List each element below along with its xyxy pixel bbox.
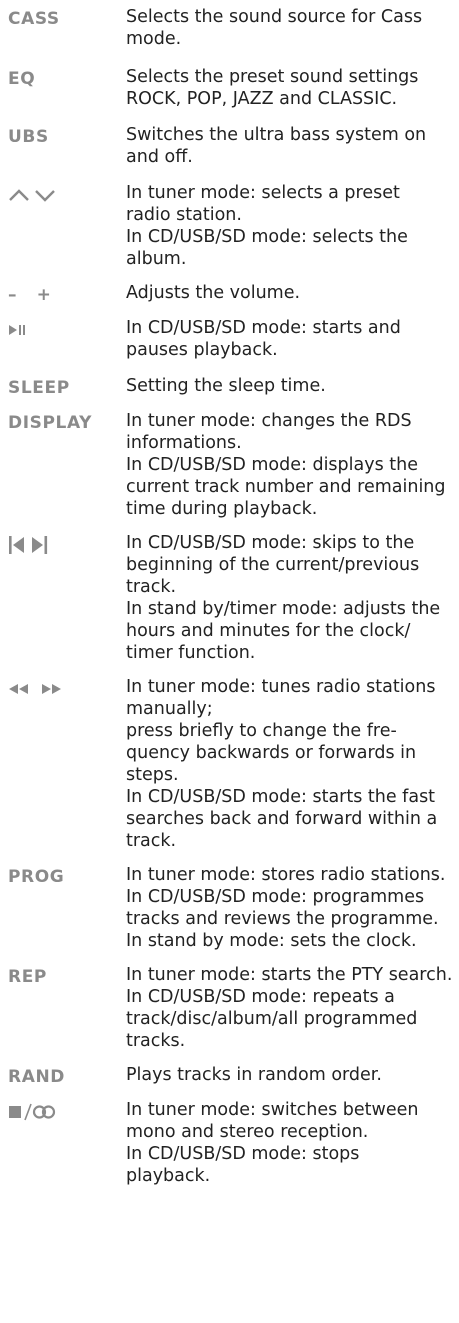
- entry-description: Setting the sleep time.: [126, 375, 459, 397]
- description-line: timer function.: [126, 643, 256, 663]
- skip-back-forward-icon: [9, 536, 48, 554]
- entry-rep: REP In tuner mode: starts the PTY search…: [8, 964, 459, 1064]
- description-line: quency backwards or forwards in: [126, 743, 417, 763]
- entry-cass: CASS Selects the sound source for Cass m…: [8, 6, 459, 66]
- entry-ubs: UBS Switches the ultra bass system on an…: [8, 124, 459, 182]
- description-line: beginning of the current/previous: [126, 555, 420, 575]
- entry-stop-stereo: In tuner mode: switches between mono and…: [8, 1099, 459, 1199]
- key-label: DISPLAY: [8, 413, 93, 433]
- key-icon: [8, 1099, 126, 1123]
- key-label: REP: [8, 967, 47, 987]
- entry-description: In tuner mode: switches between mono and…: [126, 1099, 459, 1187]
- entry-description: In tuner mode: starts the PTY search. In…: [126, 964, 459, 1052]
- description-line: Selects the sound source for Cass: [126, 7, 423, 27]
- entry-description: In CD/USB/SD mode: skips to the beginnin…: [126, 532, 459, 664]
- key-icon: [8, 317, 126, 341]
- description-line: manually;: [126, 699, 213, 719]
- description-line: press briefly to change the fre-: [126, 721, 397, 741]
- description-line: In tuner mode: selects a preset: [126, 183, 400, 203]
- description-line: searches back and forward within a: [126, 809, 438, 829]
- entry-description: Adjusts the volume.: [126, 282, 459, 304]
- description-line: In tuner mode: tunes radio stations: [126, 677, 436, 697]
- description-line: In CD/USB/SD mode: selects the: [126, 227, 408, 247]
- button-reference-list: CASS Selects the sound source for Cass m…: [8, 0, 459, 1199]
- key-icon: [8, 182, 126, 206]
- entry-sleep: SLEEP Setting the sleep time.: [8, 375, 459, 410]
- description-line: Selects the preset sound settings: [126, 67, 419, 87]
- key-label: – +: [8, 285, 52, 305]
- key-label: EQ: [8, 69, 36, 89]
- description-line: In tuner mode: stores radio stations.: [126, 865, 446, 885]
- entry-prog: PROG In tuner mode: stores radio station…: [8, 864, 459, 964]
- key-label: RAND: [8, 1067, 65, 1087]
- entry-volume: – + Adjusts the volume.: [8, 282, 459, 317]
- description-line: In CD/USB/SD mode: displays the: [126, 455, 418, 475]
- description-line: Switches the ultra bass system on: [126, 125, 427, 145]
- description-line: steps.: [126, 765, 179, 785]
- entry-rewind-forward: In tuner mode: tunes radio stations manu…: [8, 676, 459, 864]
- description-line: In stand by/timer mode: adjusts the: [126, 599, 441, 619]
- entry-play-pause: In CD/USB/SD mode: starts and pauses pla…: [8, 317, 459, 375]
- description-line: In tuner mode: starts the PTY search.: [126, 965, 453, 985]
- entry-skip: In CD/USB/SD mode: skips to the beginnin…: [8, 532, 459, 676]
- description-line: In tuner mode: switches between: [126, 1100, 419, 1120]
- chevron-up-down-icon: [9, 189, 55, 202]
- description-line: Setting the sleep time.: [126, 376, 326, 396]
- description-line: hours and minutes for the clock/: [126, 621, 411, 641]
- entry-description: In tuner mode: selects a preset radio st…: [126, 182, 459, 270]
- key-icon: [8, 676, 126, 700]
- description-line: album.: [126, 249, 187, 269]
- description-line: playback.: [126, 1166, 211, 1186]
- entry-preset-up-down: In tuner mode: selects a preset radio st…: [8, 182, 459, 282]
- description-line: track.: [126, 831, 177, 851]
- key-label: UBS: [8, 127, 49, 147]
- description-line: mode.: [126, 29, 182, 49]
- description-line: Plays tracks in random order.: [126, 1065, 382, 1085]
- key-icon: [8, 532, 126, 556]
- entry-description: In tuner mode: tunes radio stations manu…: [126, 676, 459, 852]
- entry-eq: EQ Selects the preset sound settings ROC…: [8, 66, 459, 124]
- rewind-fast-forward-icon: [9, 684, 61, 694]
- entry-description: In tuner mode: changes the RDS informati…: [126, 410, 459, 520]
- entry-description: In CD/USB/SD mode: starts and pauses pla…: [126, 317, 459, 361]
- description-line: track.: [126, 577, 177, 597]
- entry-description: In tuner mode: stores radio stations. In…: [126, 864, 459, 952]
- play-pause-icon: [9, 325, 25, 335]
- entry-description: Selects the sound source for Cass mode.: [126, 6, 459, 50]
- description-line: In CD/USB/SD mode: repeats a: [126, 987, 395, 1007]
- description-line: pauses playback.: [126, 340, 278, 360]
- key-label: PROG: [8, 867, 65, 887]
- description-line: current track number and remaining: [126, 477, 446, 497]
- entry-description: Switches the ultra bass system on and of…: [126, 124, 459, 168]
- key-label: SLEEP: [8, 378, 70, 398]
- description-line: mono and stereo reception.: [126, 1122, 369, 1142]
- description-line: In CD/USB/SD mode: programmes: [126, 887, 425, 907]
- entry-rand: RAND Plays tracks in random order.: [8, 1064, 459, 1099]
- description-line: tracks and reviews the programme.: [126, 909, 439, 929]
- entry-display: DISPLAY In tuner mode: changes the RDS i…: [8, 410, 459, 532]
- description-line: tracks.: [126, 1031, 186, 1051]
- description-line: time during playback.: [126, 499, 318, 519]
- description-line: In CD/USB/SD mode: starts and: [126, 318, 401, 338]
- description-line: In tuner mode: changes the RDS: [126, 411, 412, 431]
- description-line: informations.: [126, 433, 242, 453]
- description-line: In CD/USB/SD mode: stops: [126, 1144, 360, 1164]
- entry-description: Selects the preset sound settings ROCK, …: [126, 66, 459, 110]
- description-line: Adjusts the volume.: [126, 283, 301, 303]
- entry-description: Plays tracks in random order.: [126, 1064, 459, 1086]
- description-line: ROCK, POP, JAZZ and CLASSIC.: [126, 89, 398, 109]
- description-line: and off.: [126, 147, 193, 167]
- description-line: In CD/USB/SD mode: skips to the: [126, 533, 415, 553]
- stop-stereo-icon: [9, 1103, 56, 1121]
- description-line: track/disc/album/all programmed: [126, 1009, 418, 1029]
- description-line: radio station.: [126, 205, 242, 225]
- description-line: In CD/USB/SD mode: starts the fast: [126, 787, 436, 807]
- description-line: In stand by mode: sets the clock.: [126, 931, 417, 951]
- key-label: CASS: [8, 9, 60, 29]
